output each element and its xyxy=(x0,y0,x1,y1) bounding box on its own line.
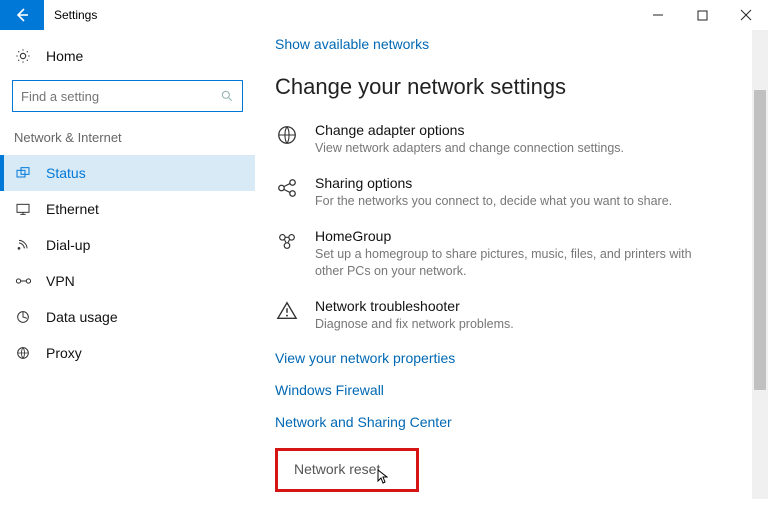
link-firewall[interactable]: Windows Firewall xyxy=(275,382,738,398)
data-usage-icon xyxy=(14,309,32,325)
maximize-icon xyxy=(697,10,708,21)
warning-icon xyxy=(275,298,299,333)
nav-dialup[interactable]: Dial-up xyxy=(0,227,255,263)
close-button[interactable] xyxy=(724,0,768,30)
home-nav[interactable]: Home xyxy=(0,40,255,72)
nav-label: Ethernet xyxy=(46,201,99,217)
nav-label: Dial-up xyxy=(46,237,90,253)
row-troubleshoot[interactable]: Network troubleshooter Diagnose and fix … xyxy=(275,298,738,333)
row-sharing[interactable]: Sharing options For the networks you con… xyxy=(275,175,738,210)
minimize-icon xyxy=(652,9,664,21)
link-network-reset-highlight[interactable]: Network reset xyxy=(275,448,419,492)
arrow-left-icon xyxy=(14,7,30,23)
link-network-reset[interactable]: Network reset xyxy=(294,461,380,477)
nav-ethernet[interactable]: Ethernet xyxy=(0,191,255,227)
page-heading: Change your network settings xyxy=(275,74,738,100)
search-box[interactable] xyxy=(12,80,243,112)
link-sharing-center[interactable]: Network and Sharing Center xyxy=(275,414,738,430)
close-icon xyxy=(740,9,752,21)
row-title: Sharing options xyxy=(315,175,672,191)
vpn-icon xyxy=(14,274,32,288)
scroll-thumb[interactable] xyxy=(754,90,766,390)
row-adapter[interactable]: Change adapter options View network adap… xyxy=(275,122,738,157)
row-desc: Set up a homegroup to share pictures, mu… xyxy=(315,246,695,280)
maximize-button[interactable] xyxy=(680,0,724,30)
sharing-icon xyxy=(275,175,299,210)
ethernet-icon xyxy=(14,201,32,217)
nav-vpn[interactable]: VPN xyxy=(0,263,255,299)
nav-label: Data usage xyxy=(46,309,118,325)
status-icon xyxy=(14,165,32,181)
titlebar: Settings xyxy=(0,0,768,30)
search-input[interactable] xyxy=(21,89,220,104)
sidebar: Home Network & Internet Status Ethernet xyxy=(0,30,255,505)
titlebar-spacer xyxy=(107,0,636,30)
link-properties[interactable]: View your network properties xyxy=(275,350,738,366)
row-desc: For the networks you connect to, decide … xyxy=(315,193,672,210)
globe-icon xyxy=(275,122,299,157)
row-desc: View network adapters and change connect… xyxy=(315,140,624,157)
gear-icon xyxy=(14,48,32,64)
minimize-button[interactable] xyxy=(636,0,680,30)
scrollbar[interactable] xyxy=(752,30,768,499)
dialup-icon xyxy=(14,237,32,253)
row-title: Network troubleshooter xyxy=(315,298,514,314)
show-networks-link[interactable]: Show available networks xyxy=(275,36,738,52)
window-title: Settings xyxy=(44,0,107,30)
nav-proxy[interactable]: Proxy xyxy=(0,335,255,371)
row-desc: Diagnose and fix network problems. xyxy=(315,316,514,333)
proxy-icon xyxy=(14,345,32,361)
nav-label: VPN xyxy=(46,273,75,289)
section-header: Network & Internet xyxy=(0,130,255,155)
nav-datausage[interactable]: Data usage xyxy=(0,299,255,335)
row-homegroup[interactable]: HomeGroup Set up a homegroup to share pi… xyxy=(275,228,738,280)
home-label: Home xyxy=(46,48,83,64)
nav-label: Status xyxy=(46,165,86,181)
nav-label: Proxy xyxy=(46,345,82,361)
homegroup-icon xyxy=(275,228,299,280)
content-area: Show available networks Change your netw… xyxy=(255,30,768,505)
row-title: Change adapter options xyxy=(315,122,624,138)
row-title: HomeGroup xyxy=(315,228,695,244)
nav-status[interactable]: Status xyxy=(0,155,255,191)
search-icon xyxy=(220,89,234,103)
back-button[interactable] xyxy=(0,0,44,30)
